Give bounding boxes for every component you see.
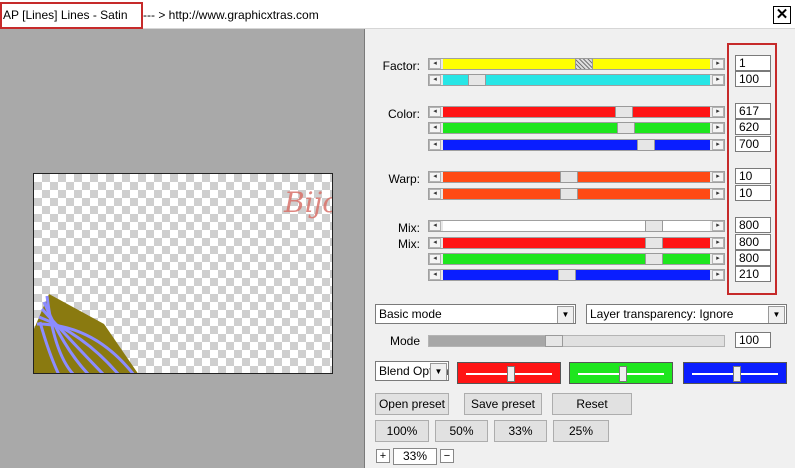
blend-options-select[interactable]: Blend Options ▼ [375, 361, 449, 381]
slider-track [443, 238, 710, 248]
arrow-right-icon[interactable]: ▸ [712, 221, 724, 231]
slider-color-green[interactable]: ◂ ▸ [428, 122, 725, 134]
slider-color-red[interactable]: ◂ ▸ [428, 106, 725, 118]
slider-thumb[interactable] [617, 122, 635, 134]
slider-track [443, 140, 710, 150]
save-preset-button[interactable]: Save preset [464, 393, 542, 415]
slider-mix-white[interactable]: ◂ ▸ [428, 220, 725, 232]
arrow-right-icon[interactable]: ▸ [712, 172, 724, 182]
slider-thumb[interactable] [645, 237, 663, 249]
slider-warp-1[interactable]: ◂ ▸ [428, 171, 725, 183]
slider-thumb[interactable] [575, 58, 593, 70]
zoom-25-button[interactable]: 25% [553, 420, 609, 442]
slider-factor-1[interactable]: ◂ ▸ [428, 58, 725, 70]
open-preset-button[interactable]: Open preset [375, 393, 449, 415]
factor-label: Factor: [382, 59, 420, 73]
slider-mix-red[interactable]: ◂ ▸ [428, 237, 725, 249]
preview-canvas[interactable]: Bijoune [33, 173, 333, 374]
zoom-value[interactable]: 33% [393, 448, 437, 465]
slider-mix-green[interactable]: ◂ ▸ [428, 253, 725, 265]
arrow-right-icon[interactable]: ▸ [712, 140, 724, 150]
chevron-down-icon: ▼ [768, 306, 785, 323]
slider-factor-2[interactable]: ◂ ▸ [428, 74, 725, 86]
reset-button[interactable]: Reset [552, 393, 632, 415]
mode-value[interactable]: 100 [735, 332, 771, 348]
mix-label-1: Mix: [398, 221, 420, 235]
chevron-down-icon: ▼ [557, 306, 574, 323]
arrow-right-icon[interactable]: ▸ [712, 123, 724, 133]
zoom-50-button[interactable]: 50% [435, 420, 488, 442]
slider-thumb[interactable] [558, 269, 576, 281]
mode-slider[interactable] [428, 335, 725, 347]
chevron-down-icon: ▼ [430, 363, 447, 380]
watermark-text: Bijoune [284, 186, 332, 219]
arrow-left-icon[interactable]: ◂ [429, 189, 441, 199]
arrow-right-icon[interactable]: ▸ [712, 189, 724, 199]
slider-thumb[interactable] [468, 74, 486, 86]
arrow-left-icon[interactable]: ◂ [429, 140, 441, 150]
slider-thumb[interactable] [645, 253, 663, 265]
mode-slider-thumb[interactable] [545, 335, 563, 347]
zoom-33-button[interactable]: 33% [494, 420, 547, 442]
arrow-left-icon[interactable]: ◂ [429, 254, 441, 264]
arrow-left-icon[interactable]: ◂ [429, 238, 441, 248]
layer-transparency-select[interactable]: Layer transparency: Ignore ▼ [586, 304, 787, 324]
mix-label-2: Mix: [398, 237, 420, 251]
arrow-right-icon[interactable]: ▸ [712, 270, 724, 280]
slider-thumb[interactable] [645, 220, 663, 232]
blend-color-box-3[interactable] [683, 362, 787, 384]
layer-transparency-value: Layer transparency: Ignore [590, 307, 734, 321]
warp-label: Warp: [388, 172, 420, 186]
preview-area: Bijoune [0, 29, 365, 468]
arrow-left-icon[interactable]: ◂ [429, 59, 441, 69]
title-highlight-box [0, 2, 143, 29]
arrow-left-icon[interactable]: ◂ [429, 270, 441, 280]
slider-mix-blue[interactable]: ◂ ▸ [428, 269, 725, 281]
zoom-in-button[interactable]: + [376, 449, 390, 463]
close-button[interactable]: ✕ [773, 6, 791, 24]
arrow-right-icon[interactable]: ▸ [712, 59, 724, 69]
slider-track [443, 107, 710, 117]
arrow-right-icon[interactable]: ▸ [712, 107, 724, 117]
zoom-100-button[interactable]: 100% [375, 420, 429, 442]
title-bar: AP [Lines] Lines - Satin --- > http://ww… [0, 0, 795, 29]
blend-slider-thumb[interactable] [619, 366, 627, 382]
blend-slider-thumb[interactable] [733, 366, 741, 382]
slider-warp-2[interactable]: ◂ ▸ [428, 188, 725, 200]
blend-slider-thumb[interactable] [507, 366, 515, 382]
blend-color-box-1[interactable] [457, 362, 561, 384]
slider-track [443, 221, 710, 231]
mode-label: Mode [389, 334, 420, 348]
arrow-right-icon[interactable]: ▸ [712, 238, 724, 248]
slider-color-blue[interactable]: ◂ ▸ [428, 139, 725, 151]
slider-track [443, 123, 710, 133]
arrow-left-icon[interactable]: ◂ [429, 172, 441, 182]
arrow-right-icon[interactable]: ▸ [712, 75, 724, 85]
arrow-left-icon[interactable]: ◂ [429, 75, 441, 85]
color-label: Color: [387, 107, 420, 121]
slider-thumb[interactable] [560, 171, 578, 183]
arrow-left-icon[interactable]: ◂ [429, 107, 441, 117]
mode-slider-fill [429, 336, 554, 346]
zoom-out-button[interactable]: − [440, 449, 454, 463]
slider-thumb[interactable] [560, 188, 578, 200]
close-icon: ✕ [775, 6, 789, 23]
values-highlight-box [727, 43, 777, 295]
slider-thumb[interactable] [615, 106, 633, 118]
slider-track [443, 270, 710, 280]
arrow-left-icon[interactable]: ◂ [429, 221, 441, 231]
slider-thumb[interactable] [637, 139, 655, 151]
window-subtitle-url: --- > http://www.graphicxtras.com [143, 8, 319, 22]
mode-select[interactable]: Basic mode ▼ [375, 304, 576, 324]
mode-select-value: Basic mode [379, 307, 442, 321]
blend-color-box-2[interactable] [569, 362, 673, 384]
arrow-left-icon[interactable]: ◂ [429, 123, 441, 133]
arrow-right-icon[interactable]: ▸ [712, 254, 724, 264]
slider-track [443, 254, 710, 264]
